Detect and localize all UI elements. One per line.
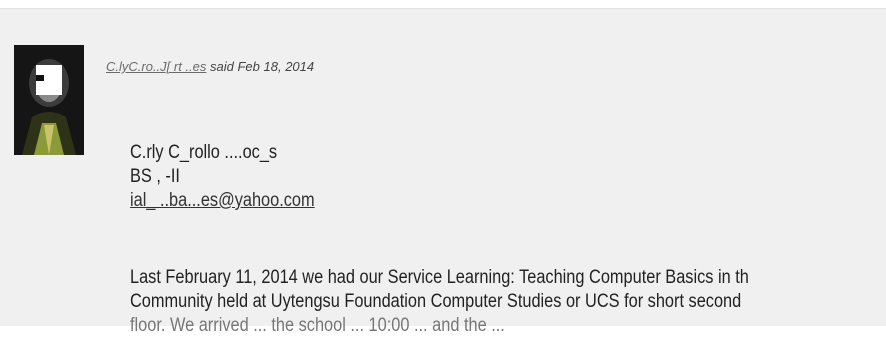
forum-post: C.lyC.ro..J[ rt ..es said Feb 18, 2014 C… — [0, 8, 886, 336]
avatar[interactable] — [14, 45, 84, 155]
email-link[interactable]: ial_ ..ba...es@yahoo.com — [130, 190, 315, 211]
author-link[interactable]: C.lyC.ro..J[ rt ..es — [106, 59, 206, 74]
avatar-image — [14, 45, 84, 155]
post-date: said Feb 18, 2014 — [210, 59, 315, 74]
post-header: C.lyC.ro..J[ rt ..es said Feb 18, 2014 — [106, 59, 314, 74]
post-body: Last February 11, 2014 we had our Servic… — [130, 266, 878, 338]
signature-name: C.rly C_rollo ....oc_s — [130, 142, 278, 163]
signature-block: C.rly C_rollo ....oc_s BS , -II ial_ ..b… — [130, 141, 775, 213]
signature-course: BS , -II — [130, 166, 180, 187]
post-body-line: floor. We arrived ... the school ... 10:… — [130, 315, 505, 336]
post-body-line: Community held at Uytengsu Foundation Co… — [130, 291, 742, 312]
post-body-line: Last February 11, 2014 we had our Servic… — [130, 267, 749, 288]
